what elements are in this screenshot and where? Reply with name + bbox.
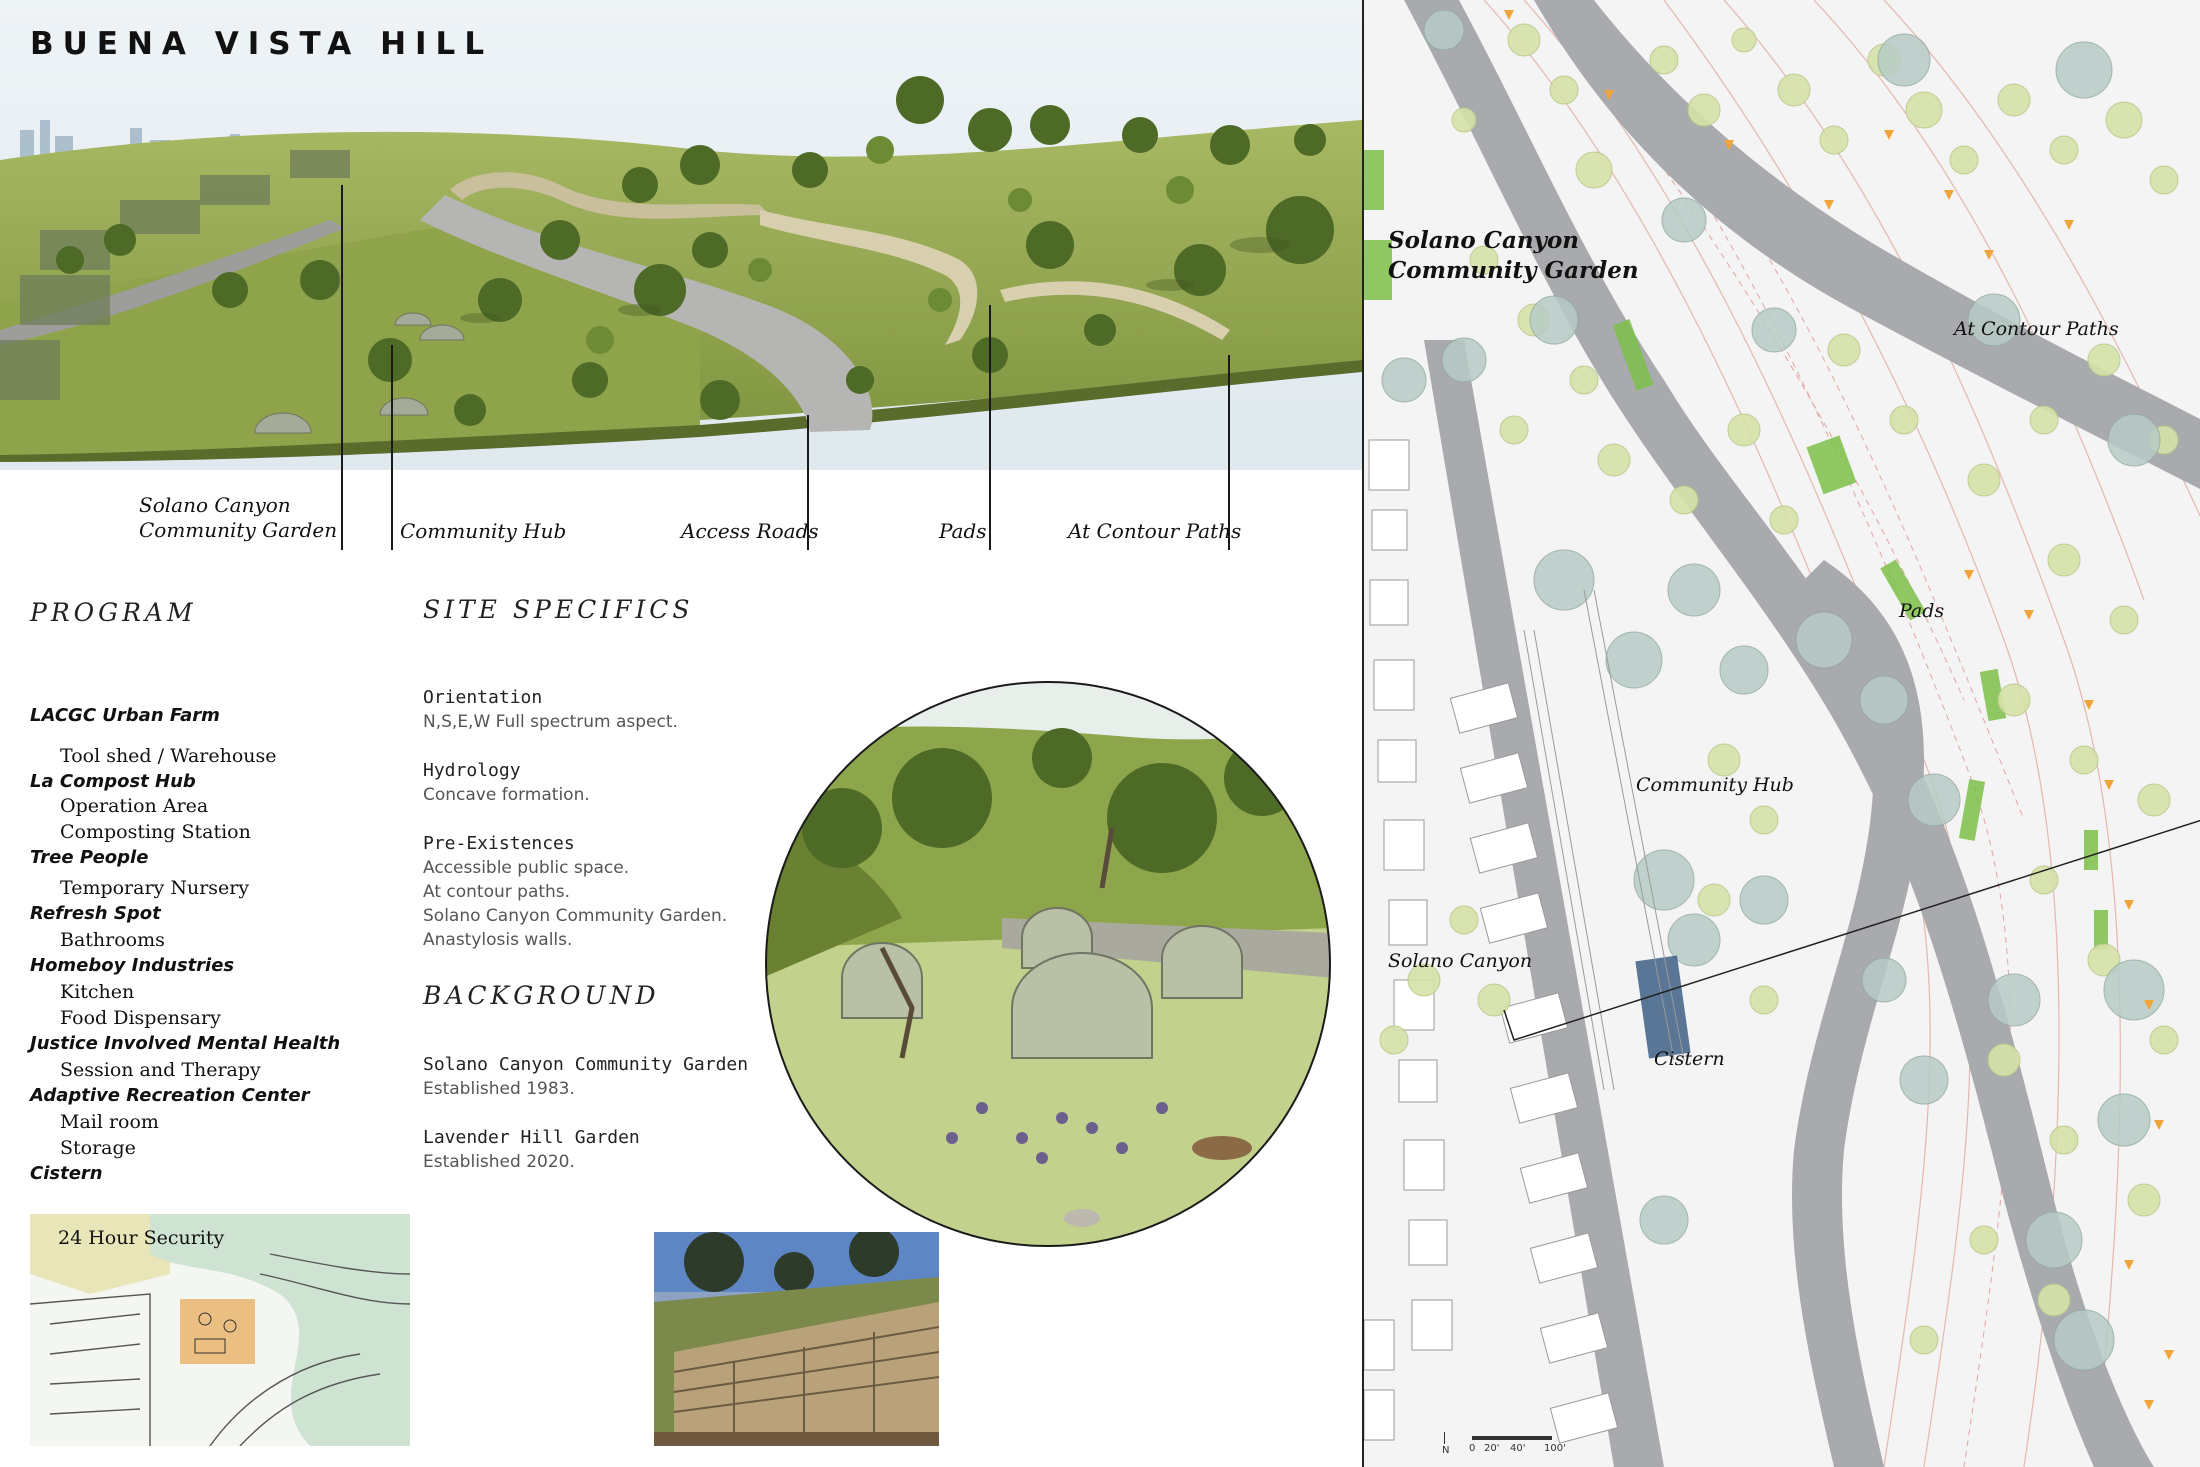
scale-0: 0 [1469,1443,1475,1454]
spec-label: Orientation [423,687,543,708]
map-label-garden: Solano Canyon Community Garden [1388,227,1639,284]
community-hub-render [765,681,1331,1247]
program-group-name: LACGC Urban Farm [30,705,220,726]
spec-label: Pre-Existences [423,833,575,854]
program-item: Food Dispensary [60,1007,221,1029]
background-value: Established 1983. [423,1079,575,1099]
callout-at-contour-paths: At Contour Paths [1068,519,1242,543]
site-plan-drawing: N 0 20' 40' 100' [1364,0,2200,1467]
program-item: Bathrooms [60,929,165,951]
program-item: Temporary Nursery [60,877,250,899]
program-heading: PROGRAM [30,598,197,627]
site-sketch-map: 24 Hour Security [30,1214,410,1446]
program-item: Session and Therapy [60,1059,261,1081]
sketch-map-label: 24 Hour Security [58,1227,225,1249]
site-specifics-heading: SITE SPECIFICS [423,595,694,624]
program-list: LACGC Urban Farm Tool shed / Warehouse L… [30,703,340,1187]
site-specifics-list: Orientation N,S,E,W Full spectrum aspect… [423,686,803,952]
program-group-name: Justice Involved Mental Health [30,1033,341,1054]
program-group-name: Refresh Spot [30,903,161,924]
scale-20: 20' [1484,1443,1499,1454]
spec-value: Solano Canyon Community Garden. [423,906,728,926]
spec-value: Concave formation. [423,785,590,805]
callout-community-hub: Community Hub [400,519,567,543]
spec-value: At contour paths. [423,882,571,902]
map-label-contour-paths: At Contour Paths [1954,318,2119,340]
map-label-pads: Pads [1899,600,1945,622]
site-plan-map: N 0 20' 40' 100' Solano Canyon Community… [1362,0,2200,1467]
program-item: Kitchen [60,981,135,1003]
program-group-name: Tree People [30,847,149,868]
aerial-render [0,0,1362,470]
program-group-name: Cistern [30,1163,103,1184]
program-item: Storage [60,1137,136,1159]
program-group-name: Homeboy Industries [30,955,235,976]
program-group-name: Adaptive Recreation Center [30,1085,310,1106]
map-label-cistern: Cistern [1654,1048,1725,1070]
program-item: Composting Station [60,821,251,843]
background-label: Lavender Hill Garden [423,1127,640,1148]
callout-solano-canyon-garden: Solano Canyon Community Garden [139,493,338,542]
program-item: Mail room [60,1111,159,1133]
spec-value: Accessible public space. [423,858,630,878]
callout-pads: Pads [939,519,987,543]
map-label-community-hub: Community Hub [1636,774,1794,796]
program-item: Tool shed / Warehouse [60,745,277,767]
spec-value: N,S,E,W Full spectrum aspect. [423,712,678,732]
north-arrow-label: N [1442,1445,1449,1456]
background-list: Solano Canyon Community Garden Establish… [423,1053,803,1174]
callout-line-garden [341,185,343,550]
program-group-name: La Compost Hub [30,771,196,792]
scale-100: 100' [1544,1443,1566,1454]
callout-line-hub [391,345,393,550]
background-heading: BACKGROUND [423,981,660,1010]
background-label: Solano Canyon Community Garden [423,1054,749,1075]
spec-value: Anastylosis walls. [423,930,573,950]
stone-wall-photo [654,1232,939,1446]
map-label-solano-canyon: Solano Canyon [1388,950,1533,972]
scale-40: 40' [1510,1443,1525,1454]
program-item: Operation Area [60,795,209,817]
background-value: Established 2020. [423,1152,575,1172]
callout-access-roads: Access Roads [681,519,819,543]
callout-line-pads [989,305,991,550]
spec-label: Hydrology [423,760,521,781]
page-title: BUENA VISTA HILL [30,26,494,62]
